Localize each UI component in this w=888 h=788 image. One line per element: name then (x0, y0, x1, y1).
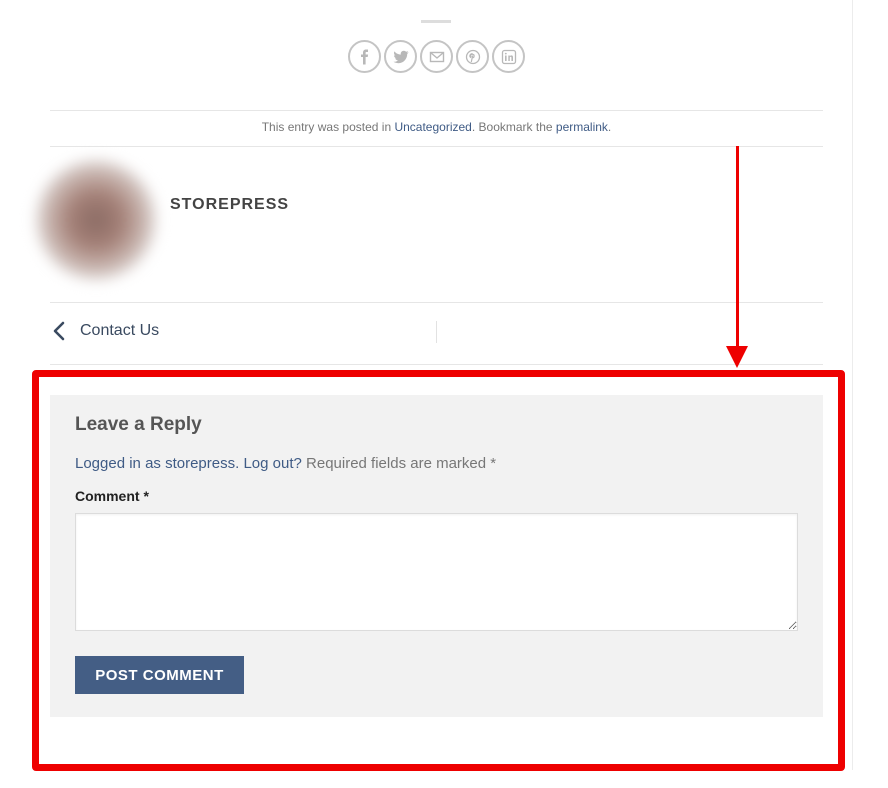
permalink-link[interactable]: permalink (556, 120, 608, 134)
previous-post-link[interactable]: Contact Us (50, 320, 159, 342)
avatar (36, 160, 156, 280)
page-edge-divider (852, 0, 853, 770)
section-divider (421, 20, 451, 23)
annotation-arrow-head (726, 346, 748, 368)
chevron-left-icon (53, 321, 65, 341)
divider (50, 302, 823, 303)
annotation-highlight-box (32, 370, 845, 771)
twitter-icon[interactable] (384, 40, 417, 73)
category-link[interactable]: Uncategorized (394, 120, 471, 134)
pinterest-icon[interactable] (456, 40, 489, 73)
entry-meta: This entry was posted in Uncategorized. … (50, 120, 823, 134)
entry-meta-suffix: . (607, 120, 612, 134)
post-nav-divider (436, 321, 437, 343)
entry-meta-middle: . Bookmark the (471, 120, 556, 134)
divider (50, 110, 823, 111)
facebook-icon[interactable] (348, 40, 381, 73)
author-name: STOREPRESS (170, 196, 290, 213)
divider (50, 364, 823, 365)
divider (50, 146, 823, 147)
share-icons (348, 40, 525, 73)
annotation-arrow (736, 146, 739, 352)
email-icon[interactable] (420, 40, 453, 73)
previous-post-label: Contact Us (80, 322, 160, 339)
entry-meta-prefix: This entry was posted in (261, 120, 395, 134)
linkedin-icon[interactable] (492, 40, 525, 73)
